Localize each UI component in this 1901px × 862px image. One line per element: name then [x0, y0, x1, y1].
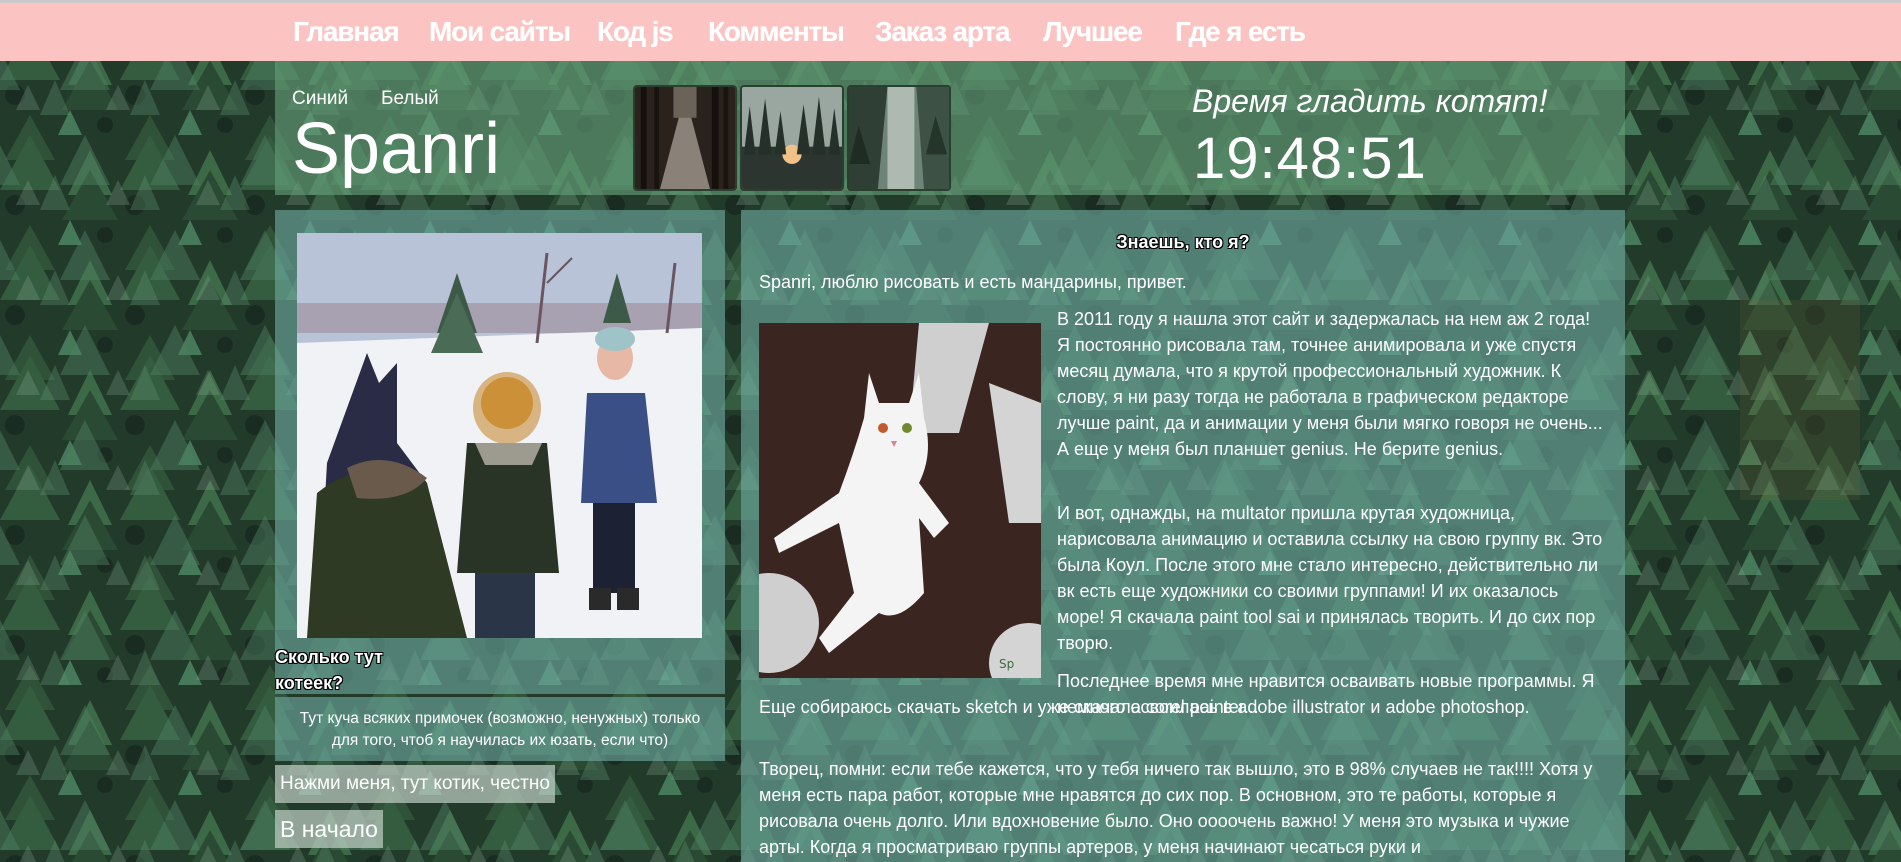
note-text: Тут куча всяких примочек (возможно, нену… — [299, 710, 701, 749]
nav-item-where-am-i[interactable]: Где я есть — [1175, 16, 1306, 48]
nav-item-home[interactable]: Главная — [293, 16, 400, 48]
svg-text:Sp: Sp — [999, 657, 1014, 671]
slogan: Время гладить котят! — [1192, 83, 1548, 119]
left-panel: Сколько тут котеек? — [275, 210, 725, 694]
cat-button[interactable]: Нажми меня, тут котик, честно — [275, 765, 555, 803]
site-title: Spanri — [292, 109, 501, 189]
about-title: Знаешь, кто я? — [1116, 232, 1250, 252]
paragraph-4: Творец, помни: если тебе кажется, что у … — [759, 759, 1593, 857]
featured-artwork[interactable] — [297, 233, 702, 638]
nav-item-my-sites[interactable]: Мои сайты — [429, 16, 571, 48]
home-button[interactable]: В начало — [275, 810, 383, 848]
paragraph-1: В 2011 году я нашла этот сайт и задержал… — [1057, 309, 1603, 459]
intro-text: Spanri, люблю рисовать и есть мандарины,… — [759, 272, 1187, 292]
nav-item-comments[interactable]: Комменты — [708, 16, 845, 48]
thumbnail-forest-sunset[interactable] — [740, 85, 844, 191]
paragraph-2: И вот, однажды, на multator пришла крута… — [1057, 503, 1603, 653]
nav-item-js-code[interactable]: Код js — [597, 16, 674, 48]
thumbnail-forest-road[interactable] — [633, 85, 737, 191]
nav-item-art-order[interactable]: Заказ арта — [875, 16, 1011, 48]
cat-artwork[interactable]: Sp — [759, 323, 1041, 678]
paragraph-3-continuation: Еще собираюсь скачать sketch и уже скача… — [759, 697, 1259, 717]
about-content: Знаешь, кто я? Spanri, люблю рисовать и … — [741, 210, 1625, 862]
note-box: Тут куча всяких примочек (возможно, нену… — [275, 697, 725, 761]
clock: 19:48:51 — [1193, 126, 1427, 191]
site-header: Синий Белый Spanri Время гладить котят! … — [275, 61, 1625, 195]
cat-count-title: Сколько тут котеек? — [275, 647, 383, 693]
theme-blue-link[interactable]: Синий — [292, 88, 348, 110]
nav-item-best[interactable]: Лучшее — [1043, 16, 1143, 48]
main-nav: Главная Мои сайты Код js Комменты Заказ … — [0, 3, 1901, 61]
theme-white-link[interactable]: Белый — [381, 88, 439, 110]
thumbnail-forest-misty[interactable] — [847, 85, 951, 191]
